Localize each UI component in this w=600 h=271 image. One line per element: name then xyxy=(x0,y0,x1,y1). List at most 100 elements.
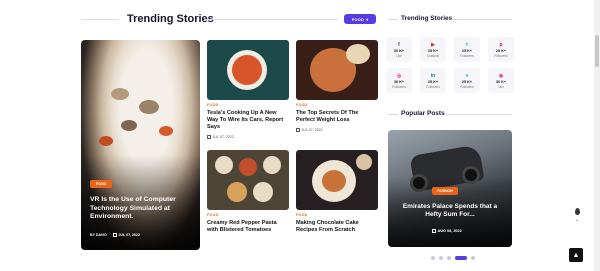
post-date-text: JUL 07, 2022 xyxy=(212,135,234,139)
pinterest-icon: p xyxy=(499,41,503,48)
popular-post-date: AUG 08, 2022 xyxy=(432,229,462,233)
thumbnail-bowl xyxy=(227,182,247,202)
post-card[interactable]: FOOD Making Chocolate Cake Recipes From … xyxy=(296,150,378,234)
post-card[interactable]: FOOD The Top Secrets Of The Perfect Weig… xyxy=(296,40,378,132)
social-header-line-right xyxy=(451,19,512,20)
scrollbar-thumb[interactable] xyxy=(595,35,599,67)
linkedin-icon: in xyxy=(430,72,436,79)
slider-dot[interactable] xyxy=(471,256,475,260)
slider-dot[interactable] xyxy=(439,256,443,260)
social-youtube[interactable]: ▶ 25 K+ Subscrib xyxy=(420,37,446,62)
social-twitter[interactable]: t 25 K+ Followers xyxy=(454,37,480,62)
social-section-title: Trending Stories xyxy=(401,15,453,22)
calendar-icon xyxy=(432,229,436,233)
post-title[interactable]: Tesla's Cooking Up A New Way To Wire Its… xyxy=(207,110,289,131)
post-category[interactable]: FOOD xyxy=(296,103,378,107)
post-thumbnail[interactable] xyxy=(207,150,289,210)
thumbnail-bowl xyxy=(263,156,281,174)
page-scrollbar[interactable] xyxy=(594,0,600,271)
thumbnail-bowl xyxy=(239,158,257,176)
thumbnail-plate xyxy=(356,154,372,170)
arrow-down-icon: ⌄ xyxy=(574,217,580,223)
post-card[interactable]: FOOD Tesla's Cooking Up A New Way To Wir… xyxy=(207,40,289,139)
popular-post-title[interactable]: Emirates Palace Spends that a Hefty Sum … xyxy=(398,203,502,220)
post-title[interactable]: Creamy Red Pepper Pasta with Blistered T… xyxy=(207,220,289,234)
social-count: 25 K+ xyxy=(461,79,473,84)
thumbnail-bowl xyxy=(253,182,273,202)
social-label: Followers xyxy=(392,84,406,89)
popular-date-text: AUG 08, 2022 xyxy=(437,229,462,233)
chevron-down-icon: ▾ xyxy=(366,16,369,22)
featured-image-detail xyxy=(159,126,173,136)
social-count: 25 K+ xyxy=(461,48,473,53)
trending-header-line-right xyxy=(204,19,338,20)
popular-category-badge[interactable]: FASHION xyxy=(432,187,458,195)
scroll-indicator: ⌄ xyxy=(573,208,581,230)
calendar-icon xyxy=(112,233,117,238)
social-counters: f 30 K+ Like ▶ 25 K+ Subscrib t 25 K+ Fo… xyxy=(386,37,514,93)
featured-post-title[interactable]: VR Is the Use of Computer Technology Sim… xyxy=(90,196,195,222)
post-card[interactable]: FOOD Creamy Red Pepper Pasta with Bliste… xyxy=(207,150,289,234)
social-facebook[interactable]: f 30 K+ Like xyxy=(386,37,412,62)
popular-slider-pagination xyxy=(431,256,475,260)
calendar-icon xyxy=(207,135,211,139)
social-count: 30 K+ xyxy=(393,48,405,53)
popular-header-line-left xyxy=(388,114,398,115)
featured-image-detail xyxy=(111,88,129,100)
thumbnail-dish xyxy=(346,44,370,64)
post-date: JUL 07, 2022 xyxy=(296,128,378,132)
back-to-top-button[interactable]: ▲ xyxy=(569,248,583,262)
thumbnail-bowl xyxy=(232,55,262,85)
featured-author[interactable]: BY DAVID xyxy=(90,233,107,237)
arrow-up-icon: ▲ xyxy=(572,251,580,259)
popular-header-line-right xyxy=(446,114,512,115)
vimeo-icon: v xyxy=(465,72,469,79)
slider-dot-active[interactable] xyxy=(455,256,467,260)
post-thumbnail[interactable] xyxy=(296,150,378,210)
youtube-icon: ▶ xyxy=(431,41,435,48)
featured-date: JUL 07, 2022 xyxy=(112,233,141,238)
featured-date-text: JUL 07, 2022 xyxy=(118,233,141,237)
social-count: 30 K+ xyxy=(495,79,507,84)
dribbble-icon: ◉ xyxy=(498,72,504,79)
featured-post-meta: BY DAVID JUL 07, 2022 xyxy=(90,233,141,238)
featured-image-detail xyxy=(139,100,159,114)
social-label: Followers xyxy=(426,84,440,89)
social-count: 25 K+ xyxy=(427,79,439,84)
social-label: Like xyxy=(396,53,402,58)
thumbnail-bowl xyxy=(215,156,233,174)
popular-section-title: Popular Posts xyxy=(401,110,445,117)
category-filter-label: FOOD xyxy=(351,16,365,22)
social-label: Followers xyxy=(460,84,474,89)
post-title[interactable]: Making Chocolate Cake Recipes From Scrat… xyxy=(296,220,378,234)
post-category[interactable]: FOOD xyxy=(207,213,289,217)
social-dribbble[interactable]: ◉ 30 K+ Like xyxy=(488,68,514,93)
mouse-icon xyxy=(574,208,580,215)
social-count: 25 K+ xyxy=(427,48,439,53)
social-label: Followers xyxy=(494,53,508,58)
social-count: 25 K+ xyxy=(495,48,507,53)
post-thumbnail[interactable] xyxy=(296,40,378,100)
post-category[interactable]: FOOD xyxy=(296,213,378,217)
post-thumbnail[interactable] xyxy=(207,40,289,100)
social-pinterest[interactable]: p 25 K+ Followers xyxy=(488,37,514,62)
slider-dot[interactable] xyxy=(447,256,451,260)
featured-category-badge[interactable]: FOOD xyxy=(90,180,112,188)
featured-image-detail xyxy=(99,136,113,146)
facebook-icon: f xyxy=(398,41,400,48)
social-label: Followers xyxy=(460,53,474,58)
twitter-icon: t xyxy=(466,41,468,48)
slider-dot[interactable] xyxy=(431,256,435,260)
post-date-text: JUL 07, 2022 xyxy=(301,128,323,132)
social-linkedin[interactable]: in 25 K+ Followers xyxy=(420,68,446,93)
thumbnail-plate xyxy=(322,170,346,192)
calendar-icon xyxy=(296,128,300,132)
post-date: JUL 07, 2022 xyxy=(207,135,289,139)
post-category[interactable]: FOOD xyxy=(207,103,289,107)
social-instagram[interactable]: ◎ 30 K+ Followers xyxy=(386,68,412,93)
social-count: 30 K+ xyxy=(393,79,405,84)
social-vimeo[interactable]: v 25 K+ Followers xyxy=(454,68,480,93)
post-title[interactable]: The Top Secrets Of The Perfect Weight Lo… xyxy=(296,110,378,124)
social-header-line-left xyxy=(388,19,398,20)
category-filter-dropdown[interactable]: FOOD ▾ xyxy=(344,14,376,24)
